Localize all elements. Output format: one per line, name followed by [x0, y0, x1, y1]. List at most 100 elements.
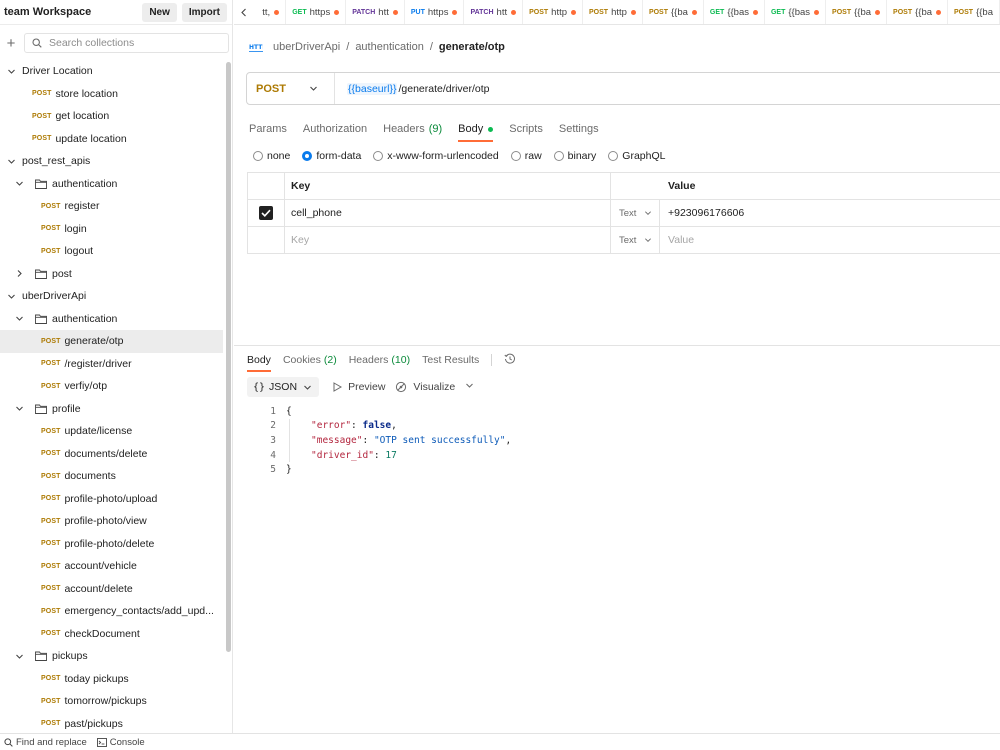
- request-item[interactable]: POST store location: [0, 83, 232, 106]
- type-select[interactable]: Text: [611, 200, 660, 226]
- chevron-down-icon[interactable]: [13, 313, 25, 325]
- request-item[interactable]: POST profile-photo/delete: [0, 533, 232, 556]
- request-item[interactable]: POST update/license: [0, 420, 232, 443]
- type-select[interactable]: Text: [611, 227, 660, 253]
- request-item[interactable]: POST logout: [0, 240, 232, 263]
- open-tab[interactable]: POST http: [523, 0, 584, 24]
- radio-urlencoded[interactable]: x-www-form-urlencoded: [373, 150, 499, 162]
- request-item[interactable]: POST get location: [0, 105, 232, 128]
- request-item[interactable]: POST verfiy/otp: [0, 375, 232, 398]
- checkbox-checked-icon[interactable]: [259, 206, 273, 220]
- chevron-down-icon[interactable]: [5, 155, 17, 167]
- import-button[interactable]: Import: [181, 2, 227, 22]
- collection-uberdriverapi[interactable]: uberDriverApi: [0, 285, 232, 308]
- breadcrumb-folder[interactable]: authentication: [355, 41, 424, 53]
- method-select[interactable]: POST: [247, 73, 335, 104]
- console-button[interactable]: Console: [96, 737, 145, 748]
- open-tab[interactable]: GET {{bas: [704, 0, 765, 24]
- request-item[interactable]: POST profile-photo/upload: [0, 488, 232, 511]
- open-tab[interactable]: POST {{ba: [643, 0, 704, 24]
- pane-divider[interactable]: [234, 345, 1000, 346]
- json-key: "driver_id": [311, 449, 374, 461]
- open-tab[interactable]: POST {{ba: [887, 0, 949, 24]
- preview-button[interactable]: Preview: [333, 381, 385, 393]
- folder-profile[interactable]: profile: [0, 398, 232, 421]
- request-item[interactable]: POST login: [0, 218, 232, 241]
- sidebar-scrollbar[interactable]: [226, 62, 231, 652]
- radio-none[interactable]: none: [253, 150, 290, 162]
- response-tab-test-results[interactable]: Test Results: [422, 350, 479, 370]
- open-tab[interactable]: PATCH htt: [346, 0, 405, 24]
- folder-pickups[interactable]: pickups: [0, 645, 232, 668]
- response-json-viewer[interactable]: 1{ 2 "error": false, 3 "message": "OTP sen…: [262, 404, 511, 477]
- request-item[interactable]: POST emergency_contacts/add_upd...: [0, 600, 232, 623]
- tab-label: {{ba: [854, 6, 872, 18]
- chevron-down-icon[interactable]: [5, 290, 17, 302]
- open-tab[interactable]: POST http: [583, 0, 643, 24]
- chevron-down-icon[interactable]: [13, 178, 25, 190]
- collection-post-rest-apis[interactable]: post_rest_apis: [0, 150, 232, 173]
- tab-scripts[interactable]: Scripts: [509, 118, 543, 140]
- open-tab[interactable]: PATCH htt: [464, 0, 524, 24]
- response-tab-body[interactable]: Body: [247, 350, 271, 372]
- request-item[interactable]: POST documents/delete: [0, 443, 232, 466]
- open-tab[interactable]: PUT https: [405, 0, 465, 24]
- key-input[interactable]: cell_phone: [285, 200, 611, 226]
- request-item[interactable]: POST today pickups: [0, 668, 232, 691]
- request-item[interactable]: POST/register/driver: [0, 353, 232, 376]
- request-item[interactable]: POST tomorrow/pickups: [0, 690, 232, 713]
- chevron-right-icon[interactable]: [13, 268, 25, 280]
- radio-graphql[interactable]: GraphQL: [608, 150, 665, 162]
- format-select[interactable]: {} JSON: [247, 377, 320, 397]
- plus-icon[interactable]: +: [4, 35, 18, 52]
- chevron-down-icon[interactable]: [465, 381, 474, 393]
- folder-authentication[interactable]: authentication: [0, 308, 232, 331]
- request-name: login: [64, 222, 87, 235]
- visualize-button[interactable]: Visualize: [395, 381, 455, 393]
- response-tab-headers[interactable]: Headers (10): [349, 350, 410, 370]
- chevron-left-icon[interactable]: [234, 8, 253, 17]
- chevron-down-icon[interactable]: [13, 650, 25, 662]
- open-tab[interactable]: POST {{ba: [948, 0, 1000, 24]
- radio-form-data[interactable]: form-data: [302, 150, 361, 162]
- response-tab-cookies[interactable]: Cookies (2): [283, 350, 337, 370]
- breadcrumb-collection[interactable]: uberDriverApi: [273, 41, 340, 53]
- open-tab[interactable]: POST {{ba: [826, 0, 888, 24]
- open-tab[interactable]: GET https: [286, 0, 347, 24]
- collection-driver-location[interactable]: Driver Location: [0, 60, 232, 83]
- request-item[interactable]: POST register: [0, 195, 232, 218]
- history-icon[interactable]: [504, 353, 516, 368]
- url-input[interactable]: {{baseurl}} /generate/driver/otp: [335, 82, 490, 95]
- workspace-title[interactable]: team Workspace: [4, 6, 142, 18]
- new-button[interactable]: New: [142, 2, 177, 22]
- request-item[interactable]: POST account/vehicle: [0, 555, 232, 578]
- tab-params[interactable]: Params: [249, 118, 287, 140]
- folder-post[interactable]: post: [0, 263, 232, 286]
- request-item[interactable]: POST account/delete: [0, 578, 232, 601]
- radio-raw[interactable]: raw: [510, 150, 542, 162]
- search-input[interactable]: Search collections: [24, 33, 229, 53]
- request-item[interactable]: POST profile-photo/view: [0, 510, 232, 533]
- open-tab[interactable]: GET {{bas: [765, 0, 827, 24]
- request-item[interactable]: POST checkDocument: [0, 623, 232, 646]
- radio-icon: [608, 151, 619, 161]
- tab-body[interactable]: Body: [458, 118, 494, 142]
- folder-authentication[interactable]: authentication: [0, 173, 232, 196]
- tab-settings[interactable]: Settings: [559, 118, 599, 140]
- tab-authorization[interactable]: Authorization: [303, 118, 367, 140]
- request-item[interactable]: POST past/pickups: [0, 713, 232, 734]
- breadcrumb-request[interactable]: generate/otp: [439, 41, 505, 53]
- request-item-selected[interactable]: POST generate/otp: [0, 330, 223, 353]
- request-item[interactable]: POST documents: [0, 465, 232, 488]
- open-tab[interactable]: tt,: [253, 0, 287, 24]
- chevron-down-icon[interactable]: [13, 403, 25, 415]
- chevron-down-icon[interactable]: [5, 65, 17, 77]
- value-input-placeholder[interactable]: Value: [660, 227, 1000, 253]
- row-checkbox[interactable]: [248, 200, 285, 226]
- request-item[interactable]: POST update location: [0, 128, 232, 151]
- tab-headers[interactable]: Headers (9): [383, 118, 442, 140]
- key-input-placeholder[interactable]: Key: [285, 227, 611, 253]
- find-replace-button[interactable]: Find and replace: [4, 737, 87, 748]
- value-input[interactable]: +923096176606: [660, 200, 1000, 226]
- radio-binary[interactable]: binary: [553, 150, 596, 162]
